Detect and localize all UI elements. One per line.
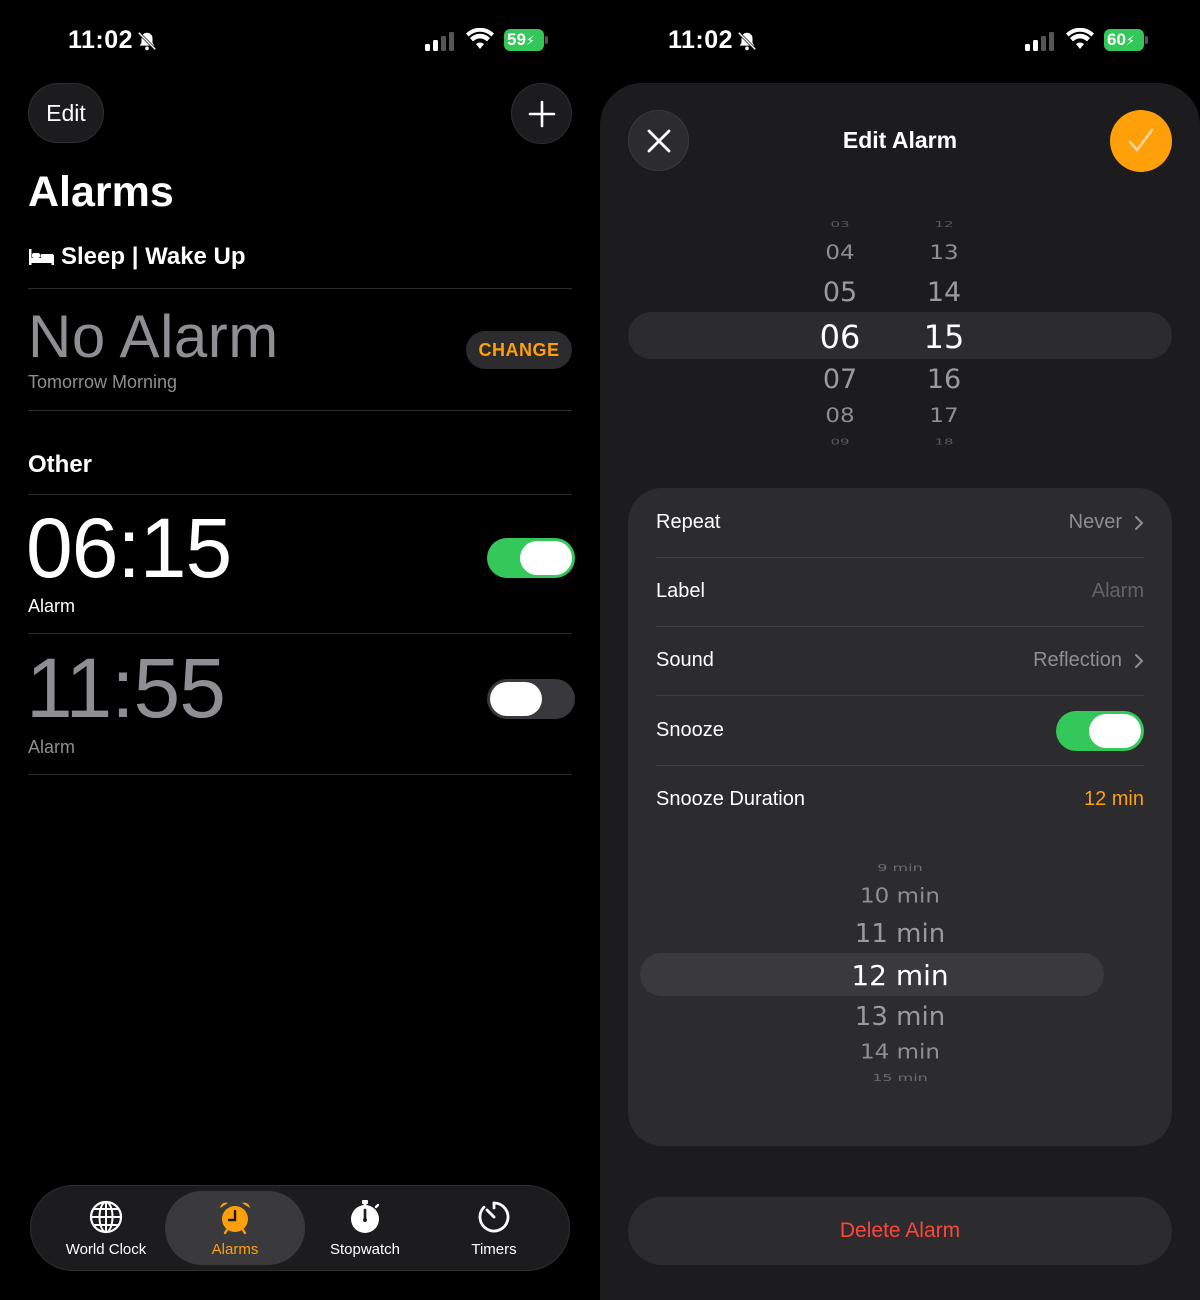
timer-icon [478, 1201, 510, 1232]
cellular-signal-icon [425, 32, 454, 51]
divider [28, 410, 572, 411]
battery-level: 59 [507, 30, 526, 49]
snooze-duration-label: Snooze Duration [656, 788, 805, 810]
snooze-option: 14 min [860, 1040, 940, 1064]
status-bar: 11:02 59⚡ [0, 24, 600, 58]
tab-label: Timers [471, 1240, 517, 1258]
tomorrow-text: Tomorrow Morning [28, 372, 178, 392]
alarm-label: Alarm [28, 737, 76, 757]
wheel-value: 07 [822, 364, 858, 395]
bell-slash-icon [137, 31, 157, 51]
alarms-screen: 11:02 59⚡ Edit Alarms Sleep | Wake Up No… [0, 0, 600, 1300]
wheel-value: 13 [929, 241, 959, 265]
snooze-option: 15 min [872, 1071, 928, 1084]
wheel-value: 05 [822, 277, 858, 308]
sound-value: Reflection [1033, 649, 1122, 671]
wheel-value: 14 [926, 277, 962, 308]
wifi-icon [1066, 28, 1094, 49]
label-input[interactable]: Alarm [1092, 580, 1144, 603]
alarm-label: Alarm [28, 596, 76, 616]
tab-world-clock[interactable]: World Clock [36, 1191, 176, 1265]
wifi-icon [466, 28, 494, 49]
alarm-time[interactable]: 06:15 [26, 500, 232, 597]
stopwatch-icon [351, 1199, 380, 1233]
time-picker-selection [628, 312, 1172, 359]
snooze-duration-value: 12 min [1083, 788, 1144, 810]
status-time: 11:02 [668, 26, 734, 54]
sound-label: Sound [656, 649, 714, 671]
tab-label: Alarms [211, 1240, 259, 1258]
wheel-value: 16 [926, 364, 962, 395]
alarm-clock-icon [220, 1202, 250, 1234]
divider [28, 633, 572, 634]
battery-icon: 60⚡ [1104, 29, 1148, 51]
tab-label: World Clock [65, 1240, 147, 1258]
repeat-label: Repeat [656, 511, 721, 533]
chevron-right-icon [1135, 515, 1144, 530]
tab-stopwatch[interactable]: Stopwatch [295, 1191, 435, 1265]
tab-bar: World Clock Alarms Stopwatch Timers [30, 1185, 570, 1271]
delete-alarm-button[interactable]: Delete Alarm [628, 1197, 1172, 1265]
snooze-label: Snooze [656, 719, 724, 741]
save-button[interactable] [1110, 110, 1172, 172]
wheel-value: 18 [934, 437, 954, 447]
snooze-option: 12 min [851, 959, 949, 992]
wheel-value: 15 [923, 318, 965, 356]
snooze-toggle[interactable] [1056, 710, 1144, 751]
battery-icon: 59⚡ [504, 29, 548, 51]
divider [28, 288, 572, 289]
other-header: Other [28, 451, 93, 478]
bell-slash-icon [737, 31, 757, 51]
repeat-row[interactable]: Repeat Never [656, 488, 1144, 557]
snooze-option: 13 min [854, 1002, 946, 1032]
label-label: Label [656, 580, 705, 602]
tab-alarms[interactable]: Alarms [165, 1191, 305, 1265]
alarm-toggle[interactable] [487, 538, 575, 578]
snooze-option: 10 min [860, 884, 940, 908]
edit-button[interactable]: Edit [28, 83, 104, 143]
wheel-value: 12 [934, 219, 954, 229]
chevron-right-icon [1135, 653, 1144, 668]
bed-icon [29, 249, 54, 265]
change-button[interactable]: CHANGE [466, 331, 572, 369]
wheel-value: 04 [825, 241, 855, 265]
tab-timers[interactable]: Timers [424, 1191, 564, 1265]
snooze-duration-row[interactable]: Snooze Duration 12 min [656, 765, 1144, 834]
divider [28, 774, 572, 775]
sleep-wake-header: Sleep | Wake Up [28, 243, 246, 271]
wheel-value: 09 [830, 437, 850, 447]
cellular-signal-icon [1025, 32, 1054, 51]
wheel-value: 08 [825, 404, 855, 428]
plus-icon [528, 100, 555, 127]
wheel-value: 17 [929, 404, 959, 428]
status-time: 11:02 [68, 26, 134, 54]
tab-label: Stopwatch [329, 1240, 401, 1258]
checkmark-icon [1128, 128, 1154, 152]
no-alarm-text: No Alarm [28, 303, 279, 370]
snooze-option: 9 min [877, 861, 923, 874]
wheel-value: 03 [830, 219, 850, 229]
sound-row[interactable]: Sound Reflection [656, 626, 1144, 695]
page-title: Alarms [28, 168, 174, 216]
wheel-value: 06 [819, 318, 861, 356]
snooze-row: Snooze [656, 696, 1144, 765]
status-bar: 11:02 60⚡ [600, 24, 1200, 58]
label-row[interactable]: Label Alarm [656, 557, 1144, 626]
snooze-option: 11 min [854, 919, 946, 949]
divider [28, 494, 572, 495]
repeat-value: Never [1068, 511, 1122, 533]
battery-level: 60 [1107, 30, 1126, 49]
globe-icon [89, 1200, 123, 1233]
alarm-toggle[interactable] [487, 679, 575, 719]
sleep-wake-title: Sleep | Wake Up [61, 243, 246, 270]
edit-alarm-sheet: Edit Alarm 03 04 05 06 07 08 09 12 13 14 15 16 17 18… [600, 83, 1200, 1300]
add-alarm-button[interactable] [511, 83, 572, 144]
alarm-time[interactable]: 11:55 [26, 640, 226, 737]
